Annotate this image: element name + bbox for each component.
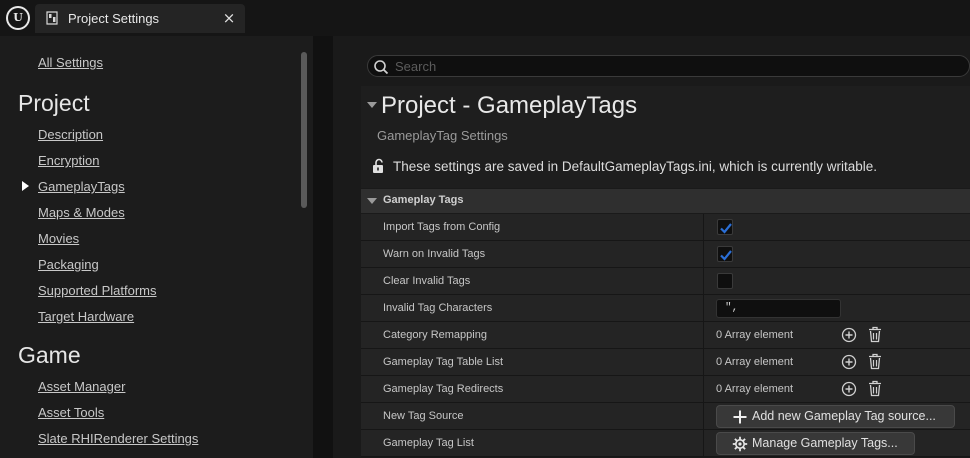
nav-item-packaging[interactable]: Packaging (38, 257, 99, 272)
delete-elements-icon[interactable] (867, 380, 883, 397)
property-row-category-remapping: Category Remapping 0 Array element (361, 322, 970, 349)
unreal-logo-icon[interactable]: U (6, 6, 30, 30)
settings-sliders-icon (46, 11, 58, 25)
column-divider[interactable] (703, 376, 704, 403)
column-divider[interactable] (703, 295, 704, 322)
nav-item-maps-modes[interactable]: Maps & Modes (38, 205, 125, 220)
add-element-icon[interactable] (841, 354, 857, 370)
property-row-gameplay-tag-list: Gameplay Tag List Manage Gameplay Tags..… (361, 430, 970, 457)
nav-item-description[interactable]: Description (38, 127, 103, 142)
property-row-gameplay-tag-redirects: Gameplay Tag Redirects 0 Array element (361, 376, 970, 403)
nav-item-target-hardware[interactable]: Target Hardware (38, 309, 134, 324)
writable-notice: These settings are saved in DefaultGamep… (393, 159, 877, 174)
tab-title: Project Settings (68, 11, 160, 26)
property-row-gameplay-tag-table-list: Gameplay Tag Table List 0 Array element (361, 349, 970, 376)
gear-icon (732, 436, 748, 452)
delete-elements-icon[interactable] (867, 326, 883, 343)
property-name: Import Tags from Config (383, 221, 501, 233)
nav-item-asset-tools[interactable]: Asset Tools (38, 405, 104, 420)
project-settings-window: U Project Settings × All Settings Projec… (0, 0, 970, 458)
unlocked-lock-icon (373, 158, 383, 173)
column-divider[interactable] (703, 268, 704, 295)
category-collapse-arrow-icon[interactable] (367, 198, 377, 204)
add-element-icon[interactable] (841, 381, 857, 397)
property-name: Category Remapping (383, 329, 487, 341)
close-tab-icon[interactable]: × (221, 9, 237, 27)
details-panel: Project - GameplayTags GameplayTag Setti… (333, 36, 970, 458)
property-name: Invalid Tag Characters (383, 302, 493, 314)
clear-invalid-tags-checkbox[interactable] (717, 273, 733, 289)
property-name: Gameplay Tag Table List (383, 356, 504, 368)
nav-item-movies[interactable]: Movies (38, 231, 79, 246)
array-count: 0 Array element (716, 383, 794, 395)
search-input[interactable] (395, 58, 955, 75)
delete-elements-icon[interactable] (867, 353, 883, 370)
add-element-icon[interactable] (841, 327, 857, 343)
property-row-warn-on-invalid-tags: Warn on Invalid Tags (361, 241, 970, 268)
nav-item-supported-platforms[interactable]: Supported Platforms (38, 283, 157, 298)
search-icon (374, 60, 389, 75)
column-divider[interactable] (703, 322, 704, 349)
nav-item-gameplaytags[interactable]: GameplayTags (38, 179, 125, 194)
button-label: Add new Gameplay Tag source... (752, 409, 936, 423)
page-subtitle: GameplayTag Settings (377, 128, 508, 143)
search-box[interactable] (367, 55, 970, 77)
property-row-clear-invalid-tags: Clear Invalid Tags (361, 268, 970, 295)
category-label: Gameplay Tags (383, 194, 464, 206)
property-row-new-tag-source: New Tag Source Add new Gameplay Tag sour… (361, 403, 970, 430)
property-name: Warn on Invalid Tags (383, 248, 486, 260)
nav-item-encryption[interactable]: Encryption (38, 153, 99, 168)
warn-invalid-tags-checkbox[interactable] (717, 246, 733, 262)
panel-splitter[interactable] (313, 36, 333, 458)
add-new-tag-source-button[interactable]: Add new Gameplay Tag source... (716, 405, 955, 428)
invalid-tag-characters-field[interactable]: ", (716, 299, 841, 318)
nav-item-asset-manager[interactable]: Asset Manager (38, 379, 125, 394)
column-divider[interactable] (703, 349, 704, 376)
property-name: Gameplay Tag Redirects (383, 383, 504, 395)
button-label: Manage Gameplay Tags... (752, 436, 898, 450)
column-divider[interactable] (703, 241, 704, 268)
tab-project-settings[interactable]: Project Settings × (35, 4, 245, 33)
checkmark-icon (720, 223, 732, 234)
property-name: New Tag Source (383, 410, 464, 422)
column-divider[interactable] (703, 430, 704, 457)
property-row-invalid-tag-characters: Invalid Tag Characters ", (361, 295, 970, 322)
array-count: 0 Array element (716, 356, 794, 368)
page-title: Project - GameplayTags (381, 92, 638, 119)
collapse-arrow-icon[interactable] (367, 102, 377, 108)
title-bar: U Project Settings × (0, 0, 970, 36)
property-row-import-tags-from-config: Import Tags from Config (361, 214, 970, 241)
nav-scrollbar[interactable] (301, 52, 307, 208)
column-divider[interactable] (703, 214, 704, 241)
import-tags-checkbox[interactable] (717, 219, 733, 235)
settings-header: Project - GameplayTags GameplayTag Setti… (361, 86, 970, 188)
checkmark-icon (720, 250, 732, 261)
property-name: Gameplay Tag List (383, 437, 474, 449)
property-name: Clear Invalid Tags (383, 275, 471, 287)
category-gameplay-tags[interactable]: Gameplay Tags (361, 189, 970, 213)
settings-nav-panel: All Settings Project Description Encrypt… (0, 36, 313, 458)
nav-section-game: Game (18, 342, 81, 368)
plus-icon (733, 410, 747, 424)
manage-gameplay-tags-button[interactable]: Manage Gameplay Tags... (716, 432, 915, 455)
nav-item-slate-rhirenderer-settings[interactable]: Slate RHIRenderer Settings (38, 431, 198, 446)
array-count: 0 Array element (716, 329, 794, 341)
nav-section-project: Project (18, 90, 90, 116)
nav-all-settings[interactable]: All Settings (38, 55, 103, 70)
column-divider[interactable] (703, 403, 704, 430)
active-item-arrow-icon (22, 181, 29, 191)
